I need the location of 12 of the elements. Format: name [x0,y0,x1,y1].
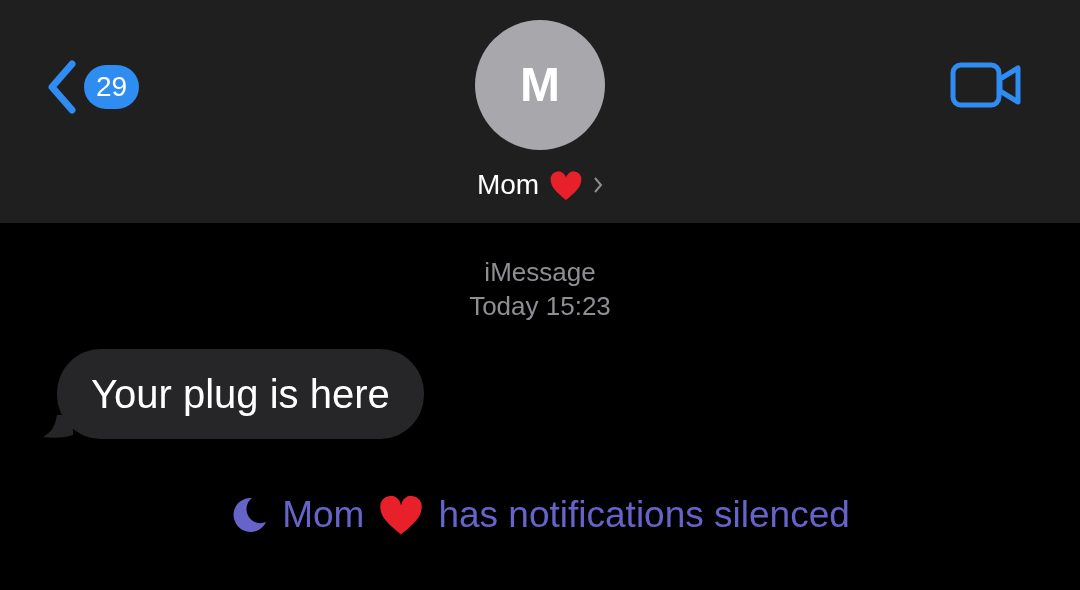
service-label: iMessage [484,256,596,289]
heart-icon [549,169,584,201]
heart-icon [378,494,425,536]
notice-text: has notifications silenced [438,493,850,537]
video-camera-icon[interactable] [950,62,1022,108]
message-bubble: Your plug is here [57,349,424,439]
notice-name: Mom [282,493,365,537]
contact-name[interactable]: Mom [476,164,540,206]
chevron-icon [593,176,604,194]
unread-badge: 29 [84,65,140,109]
timestamp: Today 15:23 [469,290,611,323]
back-chevron-icon[interactable] [46,60,78,114]
